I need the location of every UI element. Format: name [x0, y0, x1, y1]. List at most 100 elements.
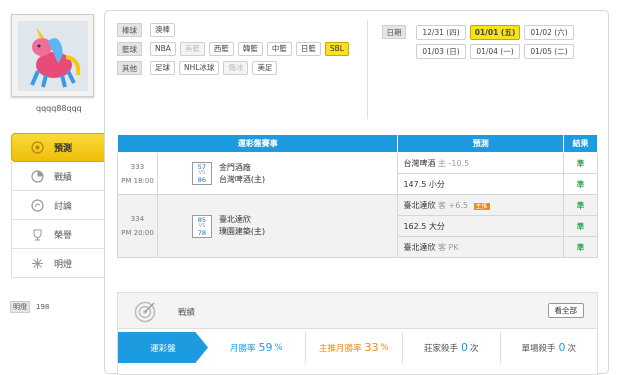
date-label: 日期 [382, 25, 406, 39]
target-icon [30, 141, 44, 155]
featured-win-rate: 主推月勝率 33 % [306, 332, 403, 363]
sidebar-item-honor[interactable]: 榮譽 [11, 220, 111, 249]
filter-chip-nhl[interactable]: NHL冰球 [179, 61, 220, 75]
matchup-cell: 57 VS 86 金門酒廠 台灣啤酒(主) [156, 152, 399, 195]
date-chip[interactable]: 12/31 (四) [416, 25, 466, 40]
featured-label: 主推月勝率 [318, 343, 362, 354]
sidebar-item-label: 預測 [54, 144, 73, 154]
sidebar-menu: 預測 戰績 討論 榮譽 明燈 [11, 133, 112, 278]
date-chip-selected[interactable]: 01/01 (五) [470, 25, 520, 40]
table-row: 334 PM 20:00 85 VS 78 臺北達欣 璞園建築(主) 臺北達欣 … [117, 194, 598, 258]
discussion-icon [30, 198, 44, 212]
sidebar-item-label: 討論 [54, 201, 73, 212]
filter-chip-abl[interactable]: 澳棒 [150, 23, 175, 37]
column-header-event: 運彩盤賽事 [116, 134, 399, 153]
filter-chip-sbl[interactable]: SBL [324, 42, 349, 56]
unicorn-avatar-image [18, 21, 88, 91]
sidebar-item-lamp[interactable]: 明燈 [11, 249, 111, 278]
filter-chip-nba[interactable]: NBA [150, 42, 176, 56]
result-cell: 準 [563, 173, 598, 195]
result-cell: 準 [563, 152, 598, 174]
lamp-icon [30, 256, 44, 270]
sidebar-item-label: 榮譽 [54, 230, 73, 241]
filter-chip-japan-basketball[interactable]: 日籃 [295, 42, 321, 56]
sidebar-item-label: 戰績 [54, 172, 73, 183]
sidebar-item-prediction[interactable]: 預測 [11, 133, 112, 162]
monthly-win-rate: 月勝率 59 % [208, 332, 306, 363]
sidebar-item-record[interactable]: 戰績 [11, 162, 111, 191]
basketball-label: 籃球 [117, 42, 142, 56]
tab-lottery[interactable]: 運彩盤 [118, 332, 208, 363]
result-cell: 準 [563, 215, 598, 237]
sidebar: qqqq88qqq 預測 戰績 討論 榮譽 明燈 明燈 198 [0, 0, 112, 374]
filter-chip-korea-basketball[interactable]: 韓籃 [237, 42, 263, 56]
prediction-cell: 臺北達欣 客 PK [397, 236, 565, 258]
game-time: PM 18:00 [121, 176, 154, 185]
other-label: 其他 [117, 61, 142, 75]
prediction-team: 台灣啤酒 [403, 158, 436, 168]
avatar[interactable] [11, 14, 94, 97]
prediction-team: 臺北達欣 [403, 200, 436, 210]
prediction-team: 162.5 大分 [403, 221, 445, 231]
game-time: PM 20:00 [121, 229, 154, 237]
column-header-prediction: 預測 [397, 134, 565, 153]
chart-icon [30, 169, 44, 183]
game-time-cell: 334 PM 20:00 [117, 194, 158, 258]
lamp-count: 明燈 198 [10, 301, 49, 313]
column-header-result: 結果 [563, 134, 598, 153]
team-away[interactable]: 金門酒廠 [219, 162, 265, 174]
single-label: 單場殺手 [521, 343, 556, 354]
filter-chip-russia-hockey: 俄冰 [223, 61, 249, 75]
target-icon [134, 301, 156, 323]
filter-chip-american-football[interactable]: 美足 [252, 61, 278, 75]
game-id: 334 [130, 215, 145, 223]
house-killer: 莊家殺手 0 次 [403, 332, 501, 363]
single-value: 0 [558, 341, 566, 354]
date-chip[interactable]: 01/05 (二) [524, 44, 574, 59]
featured-value: 33 [364, 341, 379, 354]
filter-chip-us-basketball: 美籃 [179, 42, 205, 56]
stats-title: 戰績 [178, 308, 196, 318]
featured-badge: 主推 [473, 202, 490, 210]
lamp-label: 明燈 [10, 301, 30, 313]
prediction-line: 主 -10.5 [438, 158, 470, 168]
prediction-cell: 臺北達欣 客 +6.5 主推 [397, 194, 565, 216]
prediction-line: 客 +6.5 [438, 200, 468, 210]
main-panel: 棒球 澳棒 籃球 NBA 美籃 西籃 韓籃 中籃 日籃 SBL 其他 足球 NH… [104, 10, 609, 375]
prediction-cell: 147.5 小分 [397, 173, 565, 195]
date-chip[interactable]: 01/04 (一) [470, 44, 520, 59]
sport-filters: 棒球 澳棒 籃球 NBA 美籃 西籃 韓籃 中籃 日籃 SBL 其他 足球 NH… [117, 23, 372, 80]
score-box: 57 VS 86 [191, 162, 212, 185]
single-killer: 單場殺手 0 次 [501, 332, 598, 363]
stats-panel: 戰績 看全部 運彩盤 月勝率 59 % 主推月勝率 33 % 莊家殺手 0 次 … [117, 292, 598, 375]
result-cell: 準 [563, 236, 598, 258]
single-unit: 次 [567, 343, 577, 354]
view-all-button[interactable]: 看全部 [547, 303, 584, 318]
monthly-value: 59 [258, 341, 273, 354]
team-home[interactable]: 台灣啤酒(主) [219, 174, 265, 186]
stats-bar: 運彩盤 月勝率 59 % 主推月勝率 33 % 莊家殺手 0 次 單場殺手 0 … [118, 332, 597, 363]
team-away[interactable]: 臺北達欣 [219, 214, 265, 226]
date-chip[interactable]: 01/03 (日) [416, 44, 466, 59]
date-chip[interactable]: 01/02 (六) [524, 25, 574, 40]
filter-chip-china-basketball[interactable]: 中籃 [266, 42, 292, 56]
team-home[interactable]: 璞園建築(主) [219, 226, 265, 238]
sidebar-item-discussion[interactable]: 討論 [11, 191, 111, 220]
score-home: 86 [197, 176, 207, 184]
result-cell: 準 [563, 194, 598, 216]
featured-unit: % [380, 342, 389, 353]
other-row: 其他 足球 NHL冰球 俄冰 美足 [117, 61, 372, 75]
filter-chip-soccer[interactable]: 足球 [150, 61, 175, 75]
table-row: 333 PM 18:00 57 VS 86 金門酒廠 台灣啤酒(主) 台灣啤酒 … [117, 152, 598, 195]
score-box: 85 VS 78 [191, 214, 212, 238]
sidebar-item-label: 明燈 [54, 259, 73, 270]
filter-chip-spain-basketball[interactable]: 西籃 [208, 42, 234, 56]
username: qqqq88qqq [36, 104, 82, 113]
lamp-value: 198 [36, 303, 50, 311]
monthly-unit: % [274, 342, 283, 353]
prediction-team: 147.5 小分 [403, 179, 445, 189]
honor-icon [30, 227, 44, 241]
home-label: 莊家殺手 [423, 343, 458, 354]
baseball-label: 棒球 [117, 23, 142, 37]
divider [367, 19, 368, 119]
